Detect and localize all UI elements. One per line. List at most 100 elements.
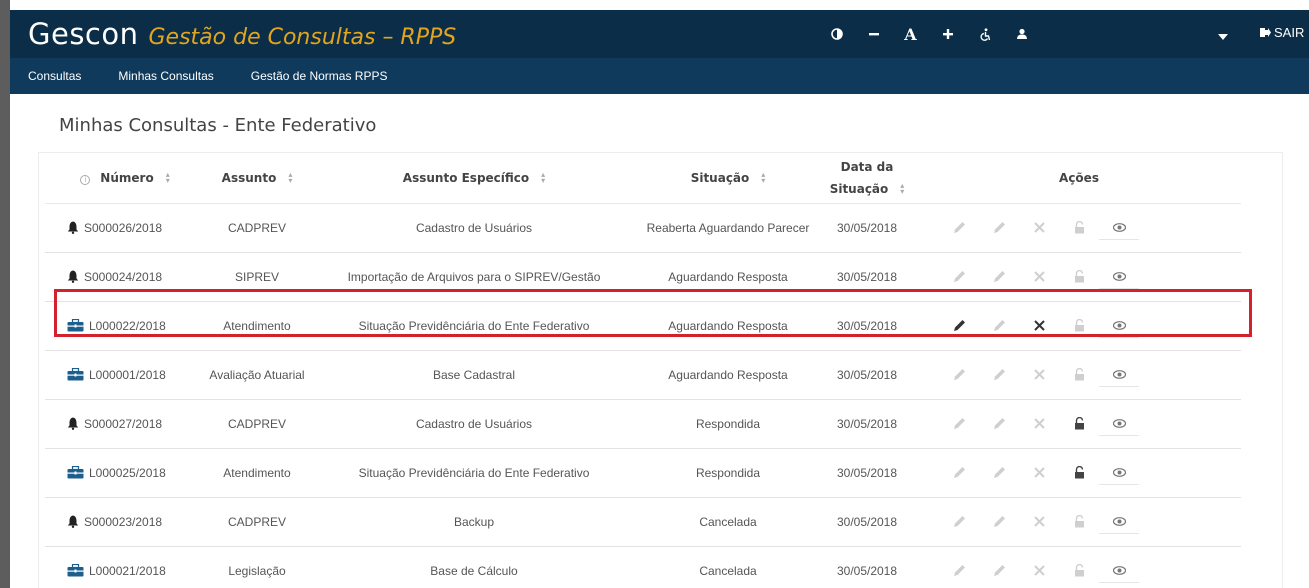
edit-alt-button[interactable]	[979, 314, 1019, 338]
view-button[interactable]	[1099, 314, 1139, 338]
edit-button[interactable]	[939, 559, 979, 583]
info-icon[interactable]: i	[80, 174, 91, 185]
view-button[interactable]	[1099, 412, 1139, 436]
view-button[interactable]	[1099, 216, 1139, 240]
edit-button[interactable]	[939, 314, 979, 338]
sort-icon[interactable]: ▴ ▾	[900, 182, 904, 196]
cancel-icon	[1033, 467, 1045, 478]
table-row[interactable]: S000023/2018 CADPREV Backup Cancelada 30/05/…	[45, 497, 1241, 546]
menu-item-minhas-consultas[interactable]: Minhas Consultas	[118, 69, 213, 83]
lock-button[interactable]	[1059, 216, 1099, 240]
cancel-button[interactable]	[1019, 314, 1059, 338]
cancel-button[interactable]	[1019, 559, 1059, 583]
lock-button[interactable]	[1059, 461, 1099, 485]
briefcase-icon	[67, 319, 84, 332]
font-icon[interactable]: A	[892, 25, 929, 44]
cell-situacao: Aguardando Resposta	[668, 269, 788, 284]
view-button[interactable]	[1099, 510, 1139, 534]
edit-button[interactable]	[939, 216, 979, 240]
edit-alt-icon	[993, 320, 1005, 331]
view-button[interactable]	[1099, 559, 1139, 583]
view-button[interactable]	[1099, 461, 1139, 485]
table-row[interactable]: L000025/2018 Atendimento Situação Previdên…	[45, 448, 1241, 497]
table-row[interactable]: L000001/2018 Avaliação Atuarial Base Cadas…	[45, 350, 1241, 399]
cancel-button[interactable]	[1019, 216, 1059, 240]
col-header-assunto[interactable]: Assunto ▴ ▾	[205, 153, 309, 204]
lock-button[interactable]	[1059, 510, 1099, 534]
view-icon	[1112, 320, 1126, 330]
table-row[interactable]: L000022/2018 Atendimento Situação Previdên…	[45, 301, 1241, 350]
numero-text: S000027/2018	[84, 416, 163, 431]
edit-button[interactable]	[939, 510, 979, 534]
table-row[interactable]: L000021/2018 Legislação Base de Cálculo Can…	[45, 546, 1241, 588]
col-header-data-line1: Data da	[840, 159, 894, 174]
edit-alt-button[interactable]	[979, 461, 1019, 485]
view-icon	[1112, 516, 1126, 526]
cancel-button[interactable]	[1019, 363, 1059, 387]
menu-item-gestao-normas[interactable]: Gestão de Normas RPPS	[251, 69, 388, 83]
edit-button[interactable]	[939, 265, 979, 289]
cell-assunto-especifico: Situação Previdênciária do Ente Federati…	[358, 318, 590, 333]
increase-font-icon[interactable]	[929, 28, 966, 40]
decrease-font-icon[interactable]	[855, 28, 892, 40]
view-icon	[1112, 369, 1126, 379]
col-header-especifico-label: Assunto Específico	[402, 170, 530, 185]
sort-icon[interactable]: ▴ ▾	[166, 171, 170, 185]
edit-button[interactable]	[939, 363, 979, 387]
view-button[interactable]	[1099, 363, 1139, 387]
cancel-button[interactable]	[1019, 265, 1059, 289]
user-icon[interactable]	[1003, 28, 1040, 40]
user-menu-caret-icon[interactable]	[1218, 28, 1228, 46]
brand[interactable]: Gescon Gestão de Consultas – RPPS	[10, 17, 456, 51]
cell-numero: L000001/2018	[45, 350, 205, 399]
lock-icon	[1074, 319, 1084, 332]
edit-alt-button[interactable]	[979, 510, 1019, 534]
edit-icon	[953, 320, 965, 331]
view-button[interactable]	[1099, 265, 1139, 289]
edit-alt-icon	[993, 369, 1005, 380]
lock-button[interactable]	[1059, 559, 1099, 583]
bell-icon	[67, 515, 79, 528]
accessibility-icon[interactable]	[966, 27, 1003, 41]
bell-icon	[67, 221, 79, 234]
col-header-assunto-especifico[interactable]: Assunto Específico ▴ ▾	[309, 153, 639, 204]
edit-alt-button[interactable]	[979, 216, 1019, 240]
menu-item-consultas[interactable]: Consultas	[28, 69, 81, 83]
lock-button[interactable]	[1059, 412, 1099, 436]
brand-name: Gescon	[28, 17, 139, 51]
view-icon	[1112, 565, 1126, 575]
cell-assunto: SIPREV	[234, 269, 279, 284]
edit-alt-button[interactable]	[979, 412, 1019, 436]
edit-alt-icon	[993, 418, 1005, 429]
edit-alt-button[interactable]	[979, 265, 1019, 289]
logout-button[interactable]: SAIR	[1260, 25, 1304, 40]
lock-button[interactable]	[1059, 314, 1099, 338]
cell-numero: L000025/2018	[45, 448, 205, 497]
table-row[interactable]: S000024/2018 SIPREV Importação de Arquivos…	[45, 252, 1241, 301]
sort-icon[interactable]: ▴ ▾	[541, 171, 545, 185]
table-row[interactable]: S000027/2018 CADPREV Cadastro de Usuários R…	[45, 399, 1241, 448]
lock-button[interactable]	[1059, 265, 1099, 289]
cancel-icon	[1033, 271, 1045, 282]
cell-assunto-especifico: Cadastro de Usuários	[415, 220, 533, 235]
edit-alt-button[interactable]	[979, 363, 1019, 387]
sort-icon[interactable]: ▴ ▾	[288, 171, 292, 185]
contrast-icon[interactable]	[818, 28, 855, 40]
col-header-situacao[interactable]: Situação ▴ ▾	[639, 153, 817, 204]
edit-alt-button[interactable]	[979, 559, 1019, 583]
page-title: Minhas Consultas - Ente Federativo	[59, 115, 377, 136]
edit-button[interactable]	[939, 461, 979, 485]
cancel-icon	[1033, 369, 1045, 380]
briefcase-icon	[67, 368, 84, 381]
table-row[interactable]: S000026/2018 CADPREV Cadastro de Usuários R…	[45, 203, 1241, 252]
cancel-button[interactable]	[1019, 412, 1059, 436]
col-header-data[interactable]: Data da Situação ▴ ▾	[817, 153, 917, 204]
col-header-numero[interactable]: i Número ▴ ▾	[45, 153, 205, 204]
cancel-button[interactable]	[1019, 461, 1059, 485]
cancel-button[interactable]	[1019, 510, 1059, 534]
lock-button[interactable]	[1059, 363, 1099, 387]
sort-icon[interactable]: ▴ ▾	[761, 171, 765, 185]
edit-button[interactable]	[939, 412, 979, 436]
edit-alt-icon	[993, 222, 1005, 233]
brand-subtitle: Gestão de Consultas – RPPS	[148, 25, 457, 50]
